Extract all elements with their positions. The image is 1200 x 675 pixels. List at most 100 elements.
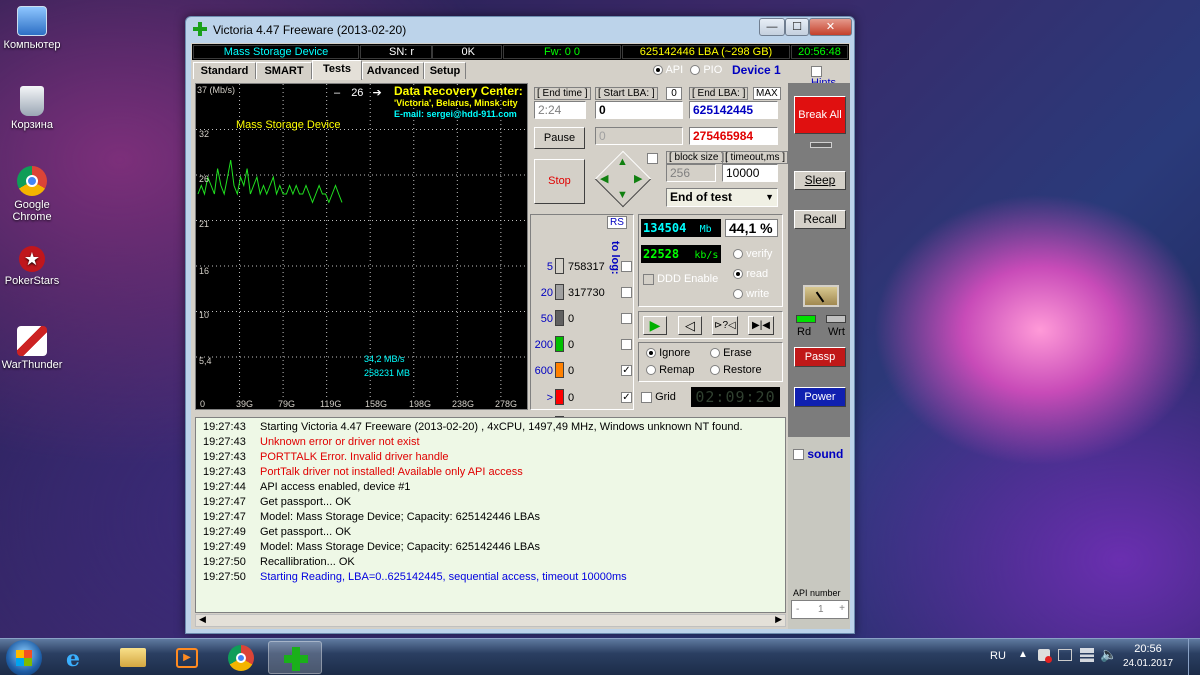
tab-standard[interactable]: Standard [193,62,256,79]
taskbar-ie[interactable]: e [52,641,106,674]
aux-lba-field[interactable]: 0 [595,127,683,145]
chevron-down-icon[interactable]: ▼ [765,189,774,205]
end-action-select[interactable]: End of test ▼ [666,188,778,207]
scale-increase-icon[interactable]: ➔ [373,87,382,99]
hints-checkbox[interactable] [811,65,822,77]
pio-radio[interactable] [690,65,701,76]
title-bar[interactable]: Victoria 4.47 Freeware (2013-02-20) — ☐ … [186,17,854,43]
stats-row-log-checkbox[interactable] [621,339,632,350]
network-icon[interactable] [1080,648,1094,662]
stats-row-swatch [555,389,564,405]
passp-button[interactable]: Passp [794,347,846,367]
stats-row-log-checkbox[interactable] [621,287,632,298]
taskbar-chrome[interactable] [214,641,268,674]
show-desktop-button[interactable] [1188,639,1200,675]
write-radio[interactable] [733,289,743,300]
maximize-button[interactable]: ☐ [785,18,809,36]
block-size-field[interactable]: 256 [666,164,716,182]
verify-radio[interactable] [733,249,743,260]
arrow-right-icon[interactable]: ▶ [634,172,642,185]
close-button[interactable]: ✕ [809,18,852,36]
arrow-left-icon[interactable]: ◀ [600,172,608,185]
scale-counter[interactable]: – 26 ➔ [334,86,384,99]
sleep-button[interactable]: Sleep [794,171,846,190]
stats-row-log-checkbox[interactable] [621,261,632,272]
rewind-icon[interactable]: ◁ [678,316,702,335]
log-time: 19:27:43 [203,436,246,448]
stats-row-log-checkbox[interactable]: ✓ [621,365,632,376]
stop-button[interactable]: Stop [534,159,585,204]
grid-toggle[interactable]: Grid [641,391,676,403]
tab-smart[interactable]: SMART [256,62,312,79]
pad-checkbox[interactable] [647,153,658,164]
start-button[interactable] [6,640,42,675]
random-seek-icon[interactable]: ⊳?◁ [712,316,738,335]
action-erase[interactable]: Erase [710,347,752,359]
recall-button[interactable]: Recall [794,210,846,229]
start-lba-field[interactable]: 0 [595,101,683,119]
event-log[interactable]: 19:27:43 Starting Victoria 4.47 Freeware … [195,417,786,613]
sound-checkbox[interactable] [793,449,804,461]
rs-button[interactable]: RS [607,216,627,229]
volume-icon[interactable]: 🔈 [1100,646,1117,663]
sound-toggle[interactable]: sound [793,447,843,461]
remap-radio[interactable] [646,365,656,376]
mode-verify[interactable]: verify [733,248,772,260]
action-remap[interactable]: Remap [646,364,695,376]
desktop-icon-computer[interactable]: Компьютер [0,6,64,51]
desktop-icon-chrome[interactable]: Google Chrome [0,166,64,223]
end-lba-field[interactable]: 625142445 [689,101,778,119]
timeout-field[interactable]: 10000 [722,164,778,182]
end-time-field[interactable]: 2:24 [534,101,586,119]
action-ignore[interactable]: Ignore [646,347,690,359]
device-label[interactable]: Device 1 [732,63,781,77]
max-button[interactable]: MAX [753,87,781,100]
ignore-radio[interactable] [646,348,656,359]
play-icon[interactable]: ▶ [643,316,667,335]
api-radio[interactable] [653,65,663,76]
taskbar-explorer[interactable] [106,641,160,674]
api-decrement-button[interactable]: - [796,604,799,615]
action-restore[interactable]: Restore [710,364,762,376]
desktop-icon-pokerstars[interactable]: ★ PokerStars [0,246,64,287]
tab-advanced[interactable]: Advanced [362,62,424,79]
taskbar-media[interactable]: ▶ [160,641,214,674]
language-indicator[interactable]: RU [990,650,1006,662]
stats-row-log-checkbox[interactable]: ✓ [621,392,632,403]
tab-setup[interactable]: Setup [424,62,466,79]
restore-radio[interactable] [710,365,720,376]
desktop-icon-recycle-bin[interactable]: Корзина [0,86,64,131]
taskbar-victoria[interactable] [268,641,322,674]
mode-write[interactable]: write [733,288,769,300]
device-info-bar: Mass Storage Device SN: r 0K Fw: 0 0 625… [192,44,849,60]
taskbar-date[interactable]: 24.01.2017 [1120,658,1176,669]
drc-email: E-mail: sergei@hdd-911.com [394,109,517,119]
grid-checkbox[interactable] [641,391,652,403]
arrow-up-icon[interactable]: ▲ [617,156,628,168]
stats-row-log-checkbox[interactable] [621,313,632,324]
read-radio[interactable] [733,269,743,280]
minimize-button[interactable]: — [759,18,785,36]
pause-button[interactable]: Pause [534,127,585,149]
scale-decrease-icon[interactable]: – [334,87,340,99]
log-horizontal-scrollbar[interactable]: ◀ ▶ [195,614,786,627]
action-center-icon[interactable] [1038,649,1052,663]
butterfly-icon[interactable]: ▶|◀ [748,316,774,335]
power-button[interactable]: Power [794,387,846,407]
desktop-icon-warthunder[interactable]: WarThunder [0,326,64,371]
tab-tests[interactable]: Tests [312,60,362,80]
mode-read[interactable]: read [733,268,768,280]
show-hidden-icons-icon[interactable]: ▲ [1018,649,1028,660]
api-increment-button[interactable]: + [839,603,845,614]
ddd-enable-checkbox[interactable] [643,273,654,285]
ddd-enable-toggle[interactable]: DDD Enable [643,273,718,285]
start-lba-reset[interactable]: 0 [666,87,682,100]
break-all-button[interactable]: Break All [794,96,846,134]
scroll-right-icon[interactable]: ▶ [775,614,782,625]
device-icon[interactable] [1058,649,1072,661]
taskbar-time[interactable]: 20:56 [1128,643,1168,655]
api-number-spinner[interactable]: - 1 + [791,600,849,619]
erase-radio[interactable] [710,348,720,359]
arrow-down-icon[interactable]: ▼ [617,189,628,201]
scroll-left-icon[interactable]: ◀ [199,614,206,625]
